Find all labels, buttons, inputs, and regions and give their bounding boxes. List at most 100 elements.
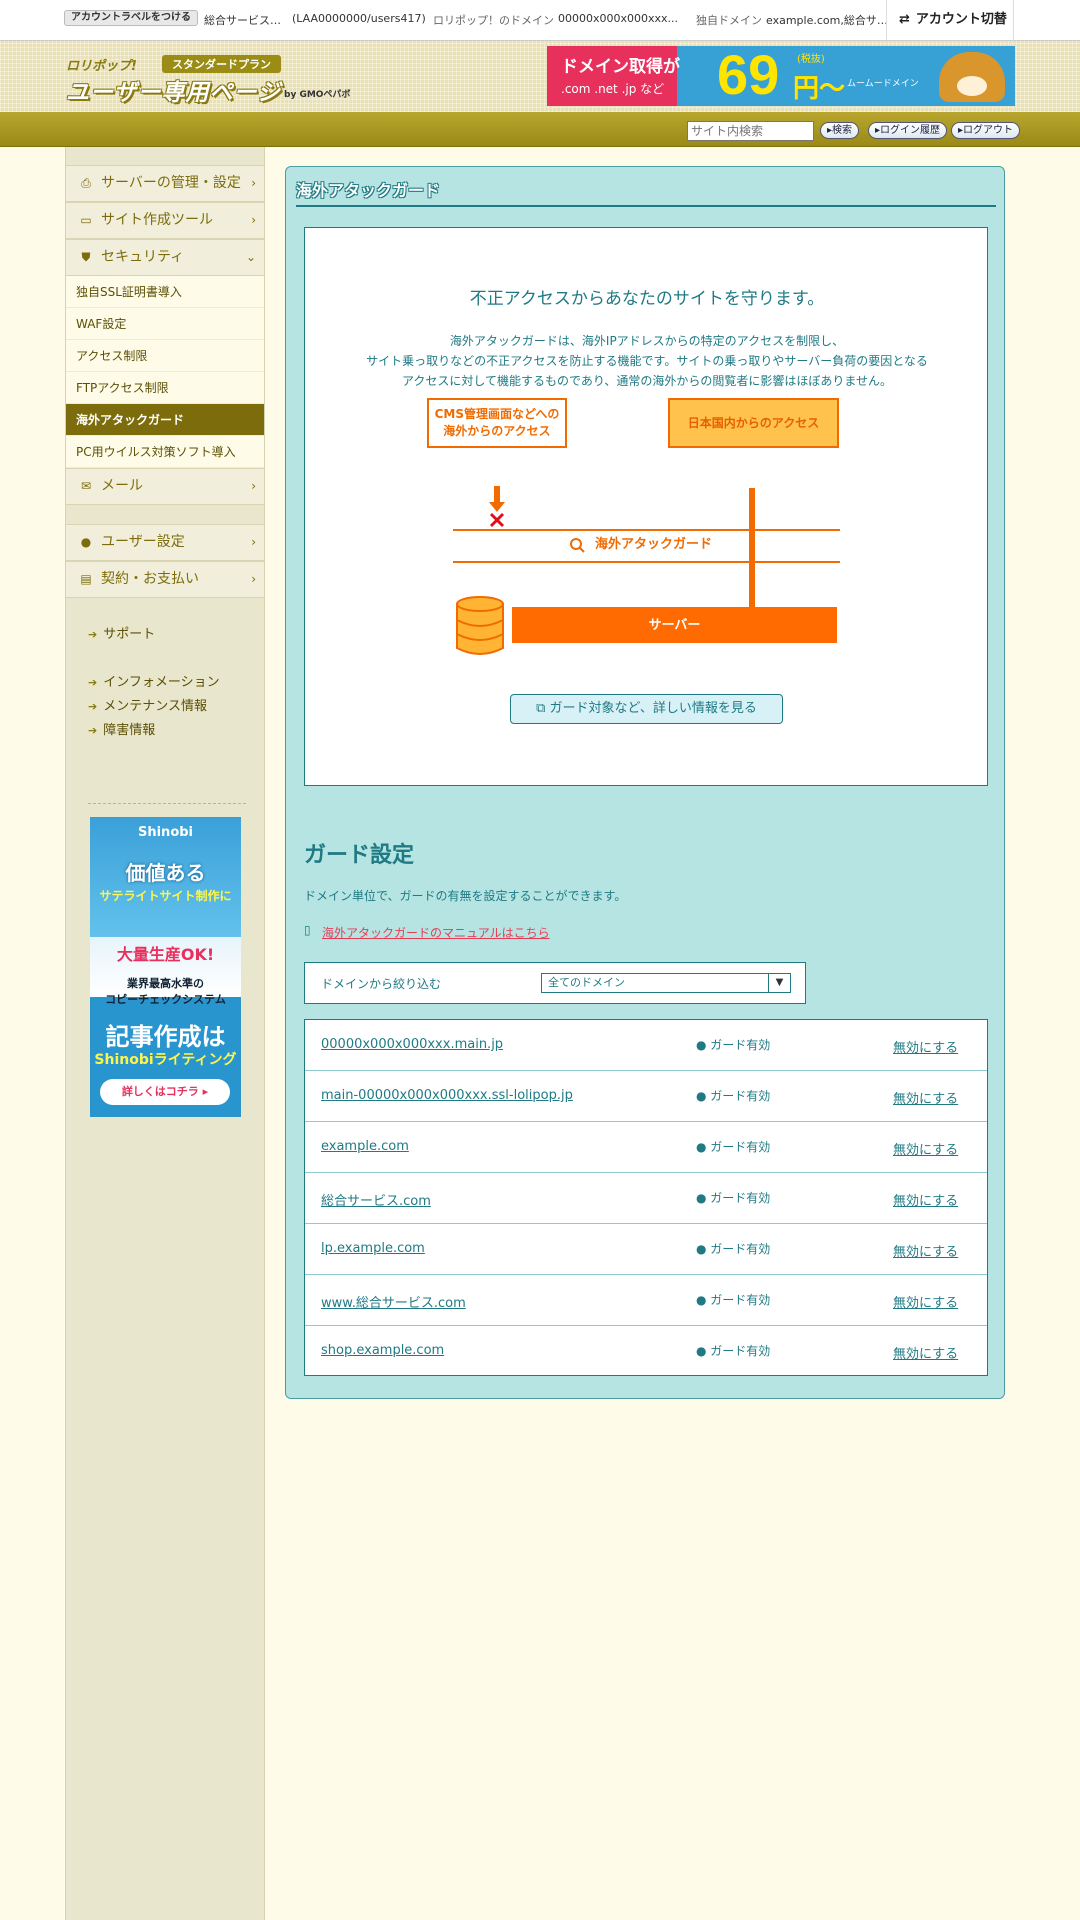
nav-waf[interactable]: WAF設定 (66, 308, 264, 340)
swap-icon: ⇄ (899, 12, 910, 27)
logo-by: by GMOペパボ (284, 90, 351, 100)
disable-link[interactable]: 無効にする (893, 1037, 958, 1056)
guard-diagram (453, 486, 840, 655)
table-row: example.com ● ガード有効 無効にする (305, 1122, 987, 1173)
database-icon (456, 596, 504, 655)
disable-link[interactable]: 無効にする (893, 1190, 958, 1209)
domestic-access-box: 日本国内からのアクセス (668, 398, 839, 448)
guard-status: ● ガード有効 (696, 1089, 771, 1103)
guard-label: 海外アタックガード (595, 537, 713, 552)
account-label-button[interactable]: アカウントラベルをつける (64, 10, 198, 26)
account-id: (LAA0000000/users417) (292, 12, 426, 25)
cms-access-box: CMS管理画面などへの 海外からのアクセス (427, 398, 567, 448)
chevron-right-icon: › (251, 213, 256, 227)
more-info-button[interactable]: ⧉ ガード対象など、詳しい情報を見る (510, 694, 783, 724)
domain-link[interactable]: 総合サービス.com (321, 1190, 431, 1209)
nav-mail[interactable]: ✉ メール › (66, 468, 264, 505)
guard-status: ● ガード有効 (696, 1191, 771, 1205)
page-title: 海外アタックガード (296, 181, 441, 200)
nav-billing[interactable]: ▤ 契約・お支払い › (66, 561, 264, 598)
banner-line1: ドメイン取得が (561, 57, 680, 77)
cms-arrow-shaft (494, 486, 500, 504)
logo[interactable]: ロリポップ! スタンダードプラン ユーザー専用ページ by GMOペパボ (66, 55, 366, 106)
domain-link[interactable]: www.総合サービス.com (321, 1292, 466, 1311)
domain-banner-ad[interactable]: ドメイン取得が .com .net .jp など 69 (税抜) 円〜 ムームー… (547, 46, 1015, 106)
nav-access-limit[interactable]: アクセス制限 (66, 340, 264, 372)
lolipop-domain-label: ロリポップ！のドメイン (433, 14, 554, 27)
account-bar: アカウントラベルをつける 総合サービス… (LAA0000000/users41… (0, 0, 1080, 41)
server-icon: ⎙ (81, 176, 91, 190)
banner-brand: ムームードメイン (847, 79, 919, 89)
guard-status: ● ガード有効 (696, 1344, 771, 1358)
manual-link[interactable]: 海外アタックガードのマニュアルはこちら (322, 924, 550, 941)
domain-filter-select[interactable]: 全てのドメイン ▼ (541, 973, 791, 993)
plan-badge: スタンダードプラン (162, 55, 281, 73)
guard-status: ● ガード有効 (696, 1293, 771, 1307)
info-box: 不正アクセスからあなたのサイトを守ります。 海外アタックガードは、海外IPアドレ… (304, 227, 988, 786)
disable-link[interactable]: 無効にする (893, 1343, 958, 1362)
custom-domain-value: example.com,総合サ… (766, 14, 888, 27)
arrow-right-icon: ➔ (88, 700, 98, 713)
manual-icon: ▯ (304, 923, 311, 937)
maintenance-link[interactable]: ➔ メンテナンス情報 (88, 695, 207, 714)
account-switch-button[interactable]: ⇄ アカウント切替 (886, 0, 1014, 40)
nav-ssl[interactable]: 独自SSL証明書導入 (66, 276, 264, 308)
server-bar: サーバー (512, 607, 837, 643)
mail-icon: ✉ (80, 479, 92, 493)
domain-link[interactable]: main-00000x000x000xxx.ssl-lolipop.jp (321, 1088, 573, 1103)
nav-server[interactable]: ⎙ サーバーの管理・設定 › (66, 165, 264, 202)
nav-ftp-limit[interactable]: FTPアクセス制限 (66, 372, 264, 404)
domain-link[interactable]: 00000x000x000xxx.main.jp (321, 1037, 503, 1052)
ad-cta-button: 詳しくはコチラ ▸ (100, 1079, 230, 1105)
disable-link[interactable]: 無効にする (893, 1139, 958, 1158)
user-icon: ● (80, 535, 92, 549)
table-row: main-00000x000x000xxx.ssl-lolipop.jp ● ガ… (305, 1071, 987, 1122)
cms-arrow-head (489, 502, 505, 512)
divider (296, 205, 996, 207)
ad-logo: Shinobi (137, 825, 194, 840)
laptop-icon: ▭ (80, 213, 92, 227)
shinobi-ad-banner[interactable]: Shinobi 価値ある サテライトサイト制作に 大量生産OK! 業界最高水準の… (90, 817, 241, 1117)
guard-settings-desc: ドメイン単位で、ガードの有無を設定することができます。 (304, 889, 627, 903)
banner-line2: .com .net .jp など (561, 82, 665, 96)
service-name: 総合サービス… (204, 14, 281, 27)
chevron-down-icon: ▼ (768, 974, 790, 992)
login-history-button[interactable]: ▸ログイン履歴 (868, 122, 948, 139)
nav-site-tools[interactable]: ▭ サイト作成ツール › (66, 202, 264, 239)
table-row: www.総合サービス.com ● ガード有効 無効にする (305, 1275, 987, 1326)
arrow-right-icon: ➔ (88, 676, 98, 689)
domain-link[interactable]: lp.example.com (321, 1241, 425, 1256)
domain-filter: ドメインから絞り込む 全てのドメイン ▼ (304, 962, 806, 1004)
table-row: shop.example.com ● ガード有効 無効にする (305, 1326, 987, 1377)
guard-status: ● ガード有効 (696, 1242, 771, 1256)
banner-price: 69 (717, 46, 780, 106)
table-row: lp.example.com ● ガード有効 無効にする (305, 1224, 987, 1275)
nav-antivirus[interactable]: PC用ウイルス対策ソフト導入 (66, 436, 264, 468)
site-search-input[interactable] (687, 121, 814, 141)
disable-link[interactable]: 無効にする (893, 1241, 958, 1260)
magnifier-icon (570, 538, 582, 550)
chevron-right-icon: › (251, 479, 256, 493)
table-row: 00000x000x000xxx.main.jp ● ガード有効 無効にする (305, 1020, 987, 1071)
domain-link[interactable]: example.com (321, 1139, 409, 1154)
disable-link[interactable]: 無効にする (893, 1088, 958, 1107)
nav-security[interactable]: ⛊ セキュリティ ⌄ (66, 239, 264, 276)
custom-domain-label: 独自ドメイン (696, 14, 762, 27)
guard-settings-heading: ガード設定 (304, 843, 415, 868)
nav-user-settings[interactable]: ● ユーザー設定 › (66, 524, 264, 561)
search-button[interactable]: ▸検索 (820, 122, 860, 139)
domain-link[interactable]: shop.example.com (321, 1343, 444, 1358)
main-panel: 海外アタックガード 不正アクセスからあなたのサイトを守ります。 海外アタックガー… (285, 166, 1005, 1399)
disable-link[interactable]: 無効にする (893, 1292, 958, 1311)
logo-brand: ロリポップ! (66, 59, 137, 74)
support-link[interactable]: ➔ サポート (88, 623, 155, 642)
sidebar: ⎙ サーバーの管理・設定 › ▭ サイト作成ツール › ⛊ セキュリティ ⌄ 独自SSL証明… (65, 147, 265, 1920)
banner-tax: (税抜) (797, 54, 825, 65)
domain-table: 00000x000x000xxx.main.jp ● ガード有効 無効にする m… (304, 1019, 988, 1376)
logout-button[interactable]: ▸ログアウト (951, 122, 1021, 139)
chevron-right-icon: › (251, 535, 256, 549)
information-link[interactable]: ➔ インフォメーション (88, 671, 220, 690)
incidents-link[interactable]: ➔ 障害情報 (88, 719, 155, 738)
nav-overseas-guard[interactable]: 海外アタックガード (66, 404, 264, 436)
guard-status: ● ガード有効 (696, 1038, 771, 1052)
